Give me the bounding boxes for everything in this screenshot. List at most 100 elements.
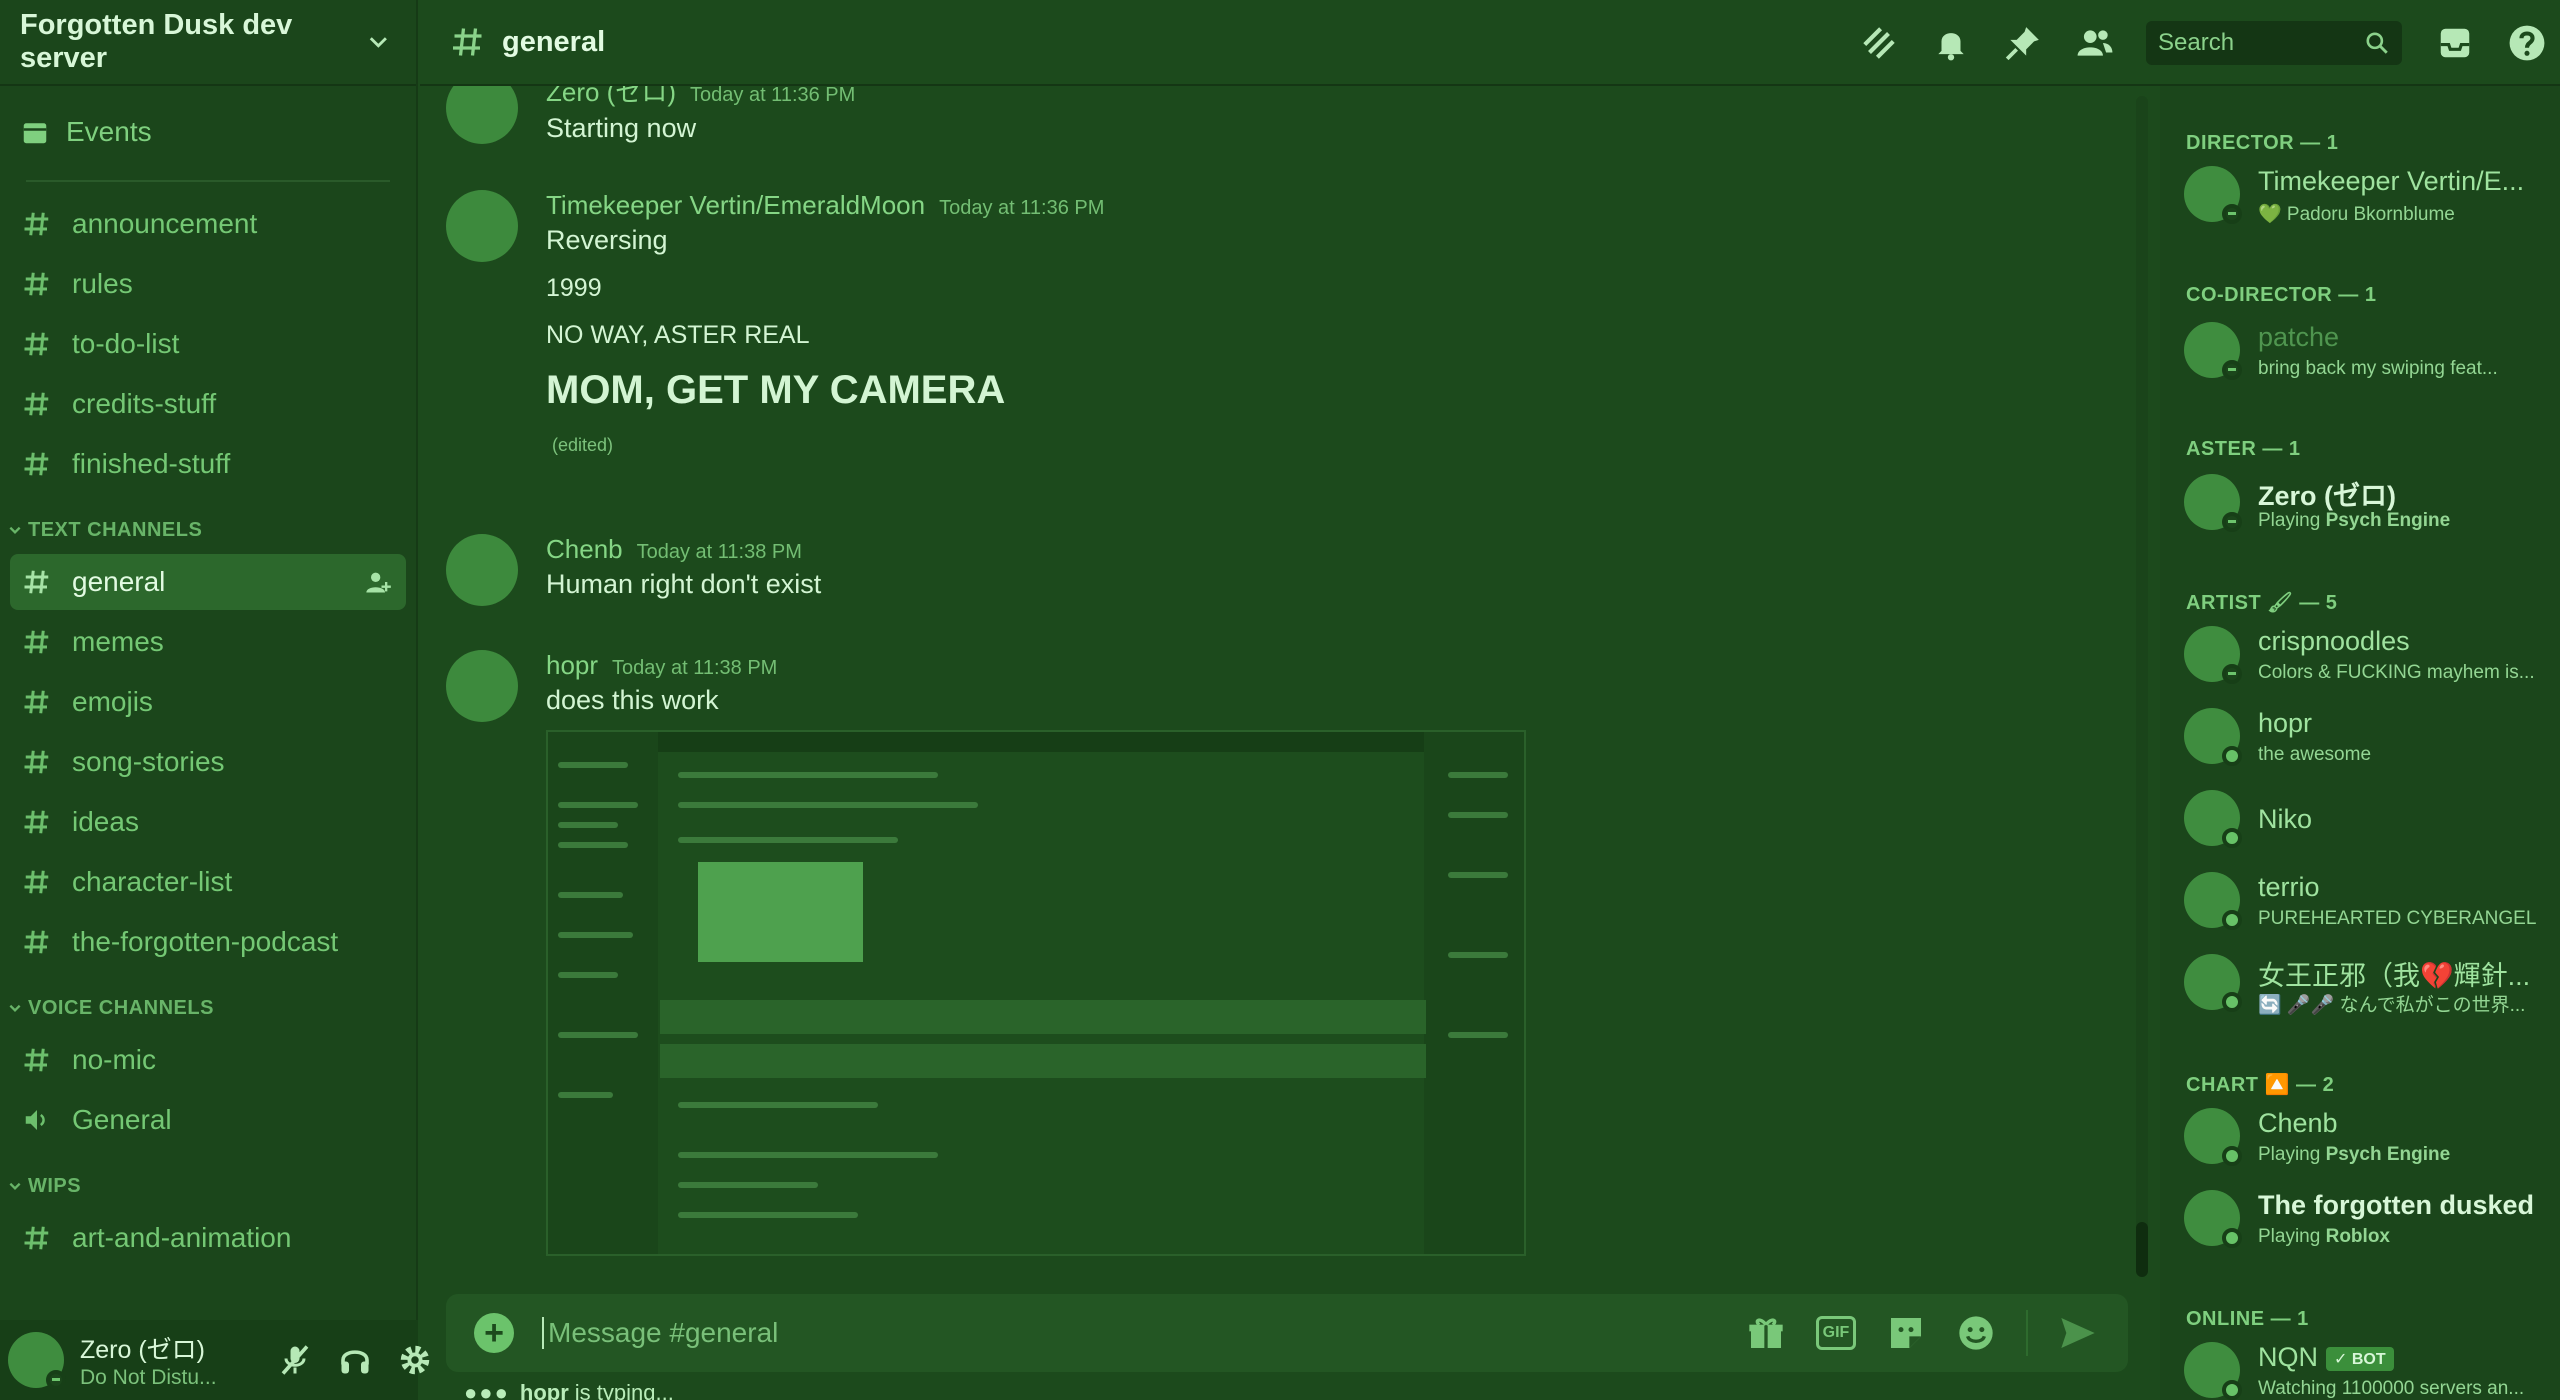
member-name: Zero (ゼロ) bbox=[2258, 481, 2396, 511]
member-item[interactable]: Chenb Playing Psych Engine bbox=[2184, 1108, 2554, 1174]
member-status: Colors & FUCKING mayhem is... bbox=[2258, 662, 2535, 683]
user-names[interactable]: Zero (ゼロ) Do Not Distu... bbox=[80, 1330, 217, 1390]
image-attachment[interactable] bbox=[546, 730, 1526, 1256]
mic-muted-icon[interactable] bbox=[277, 1342, 313, 1378]
channel-character-list[interactable]: character-list bbox=[10, 854, 406, 910]
message-author[interactable]: hopr bbox=[546, 650, 598, 681]
send-icon[interactable] bbox=[2058, 1313, 2098, 1353]
add-member-icon[interactable] bbox=[364, 568, 392, 596]
message-list: Zero (ゼロ) Today at 11:36 PM Starting now … bbox=[420, 86, 2148, 1290]
preview-line bbox=[558, 972, 618, 978]
member-name: patche bbox=[2258, 322, 2340, 352]
message-author[interactable]: Zero (ゼロ) bbox=[546, 86, 676, 109]
avatar[interactable] bbox=[446, 534, 518, 606]
gif-button[interactable]: GIF bbox=[1816, 1316, 1856, 1350]
gift-icon[interactable] bbox=[1746, 1313, 1786, 1353]
channel-ideas[interactable]: ideas bbox=[10, 794, 406, 850]
member-item[interactable]: hopr the awesome bbox=[2184, 708, 2554, 774]
channel-finished-stuff[interactable]: finished-stuff bbox=[10, 436, 406, 492]
user-status: Do Not Distu... bbox=[80, 1366, 217, 1389]
hash-icon bbox=[24, 690, 49, 714]
member-item[interactable]: patche bring back my swiping feat... bbox=[2184, 322, 2554, 388]
chevron-down-icon bbox=[9, 526, 21, 534]
avatar[interactable] bbox=[446, 190, 518, 262]
member-status: 🔄 🎤🎤 なんで私がこの世界... bbox=[2258, 995, 2526, 1016]
gear-icon[interactable] bbox=[397, 1342, 433, 1378]
channel-art-and-animation[interactable]: art-and-animation bbox=[10, 1210, 406, 1266]
message-time: Today at 11:38 PM bbox=[612, 657, 778, 679]
channel-rules[interactable]: rules bbox=[10, 256, 406, 312]
threads-icon[interactable] bbox=[1860, 24, 1898, 62]
member-status: the awesome bbox=[2258, 744, 2372, 765]
chat-scrollbar[interactable] bbox=[2136, 96, 2148, 1277]
preview-line bbox=[678, 802, 978, 808]
channel-the-forgotten-podcast[interactable]: the-forgotten-podcast bbox=[10, 914, 406, 970]
hash-icon bbox=[24, 630, 49, 654]
channel-to-do-list[interactable]: to-do-list bbox=[10, 316, 406, 372]
activity-prefix: Playing bbox=[2258, 1226, 2321, 1247]
channel-general[interactable]: general bbox=[10, 554, 406, 610]
dnd-status-icon bbox=[46, 1370, 66, 1390]
voice-channel-general[interactable]: General bbox=[10, 1092, 406, 1148]
member-name: NQN ✓ BOT bbox=[2258, 1342, 2554, 1373]
preview-line bbox=[558, 822, 618, 828]
member-item[interactable]: Zero (ゼロ) Playing Psych Engine bbox=[2184, 474, 2554, 540]
member-item[interactable]: Timekeeper Vertin/E... 💚 Padoru Bkornblu… bbox=[2184, 166, 2554, 232]
member-name: The forgotten dusked bbox=[2258, 1190, 2534, 1220]
bell-icon[interactable] bbox=[1932, 24, 1970, 62]
screenshot-preview-members bbox=[1424, 732, 1524, 1254]
channel-name: announcement bbox=[72, 208, 258, 239]
search-input[interactable]: Search bbox=[2146, 21, 2402, 65]
member-status: Playing Roblox bbox=[2258, 1226, 2554, 1248]
member-status: PUREHEARTED CYBERANGEL bbox=[2258, 908, 2537, 929]
preview-line bbox=[558, 842, 628, 848]
user-controls bbox=[277, 1342, 433, 1378]
activity-name: Roblox bbox=[2325, 1226, 2390, 1247]
pin-icon[interactable] bbox=[2004, 24, 2042, 62]
category-voice-channels[interactable]: VOICE CHANNELS bbox=[0, 988, 416, 1028]
channel-credits-stuff[interactable]: credits-stuff bbox=[10, 376, 406, 432]
online-status-icon bbox=[2222, 910, 2242, 930]
channel-no-mic[interactable]: no-mic bbox=[10, 1032, 406, 1088]
avatar[interactable] bbox=[8, 1332, 66, 1390]
channel-name: song-stories bbox=[72, 746, 225, 777]
channel-emojis[interactable]: emojis bbox=[10, 674, 406, 730]
channel-announcement[interactable]: announcement bbox=[10, 196, 406, 252]
avatar[interactable] bbox=[446, 650, 518, 722]
preview-line bbox=[1448, 812, 1508, 818]
category-wips[interactable]: WIPS bbox=[0, 1166, 416, 1206]
add-attachment-button[interactable]: + bbox=[474, 1313, 514, 1353]
member-item[interactable]: NQN ✓ BOT Watching 1100000 servers an... bbox=[2184, 1342, 2554, 1400]
message-author[interactable]: Timekeeper Vertin/EmeraldMoon bbox=[546, 190, 925, 221]
member-item[interactable]: Niko bbox=[2184, 790, 2554, 856]
headphones-icon[interactable] bbox=[337, 1342, 373, 1378]
help-icon[interactable] bbox=[2508, 24, 2546, 62]
events-item[interactable]: Events bbox=[10, 104, 406, 160]
member-item[interactable]: terrio PUREHEARTED CYBERANGEL bbox=[2184, 872, 2554, 938]
message-input[interactable] bbox=[542, 1317, 1642, 1349]
members-icon[interactable] bbox=[2076, 24, 2114, 62]
bot-badge: ✓ BOT bbox=[2326, 1346, 2394, 1371]
channel-header: general Search bbox=[420, 0, 2560, 86]
preview-line bbox=[678, 1182, 818, 1188]
user-panel: Zero (ゼロ) Do Not Distu... bbox=[0, 1320, 429, 1400]
channel-name: the-forgotten-podcast bbox=[72, 926, 339, 957]
avatar[interactable] bbox=[446, 86, 518, 144]
channel-song-stories[interactable]: song-stories bbox=[10, 734, 406, 790]
typing-text: is typing... bbox=[574, 1380, 674, 1400]
category-text-channels[interactable]: TEXT CHANNELS bbox=[0, 510, 416, 550]
server-header[interactable]: Forgotten Dusk dev server bbox=[0, 0, 416, 86]
scrollbar-thumb[interactable] bbox=[2136, 1222, 2148, 1277]
channel-memes[interactable]: memes bbox=[10, 614, 406, 670]
member-item[interactable]: The forgotten dusked Playing Roblox bbox=[2184, 1190, 2554, 1256]
member-item[interactable]: crispnoodles Colors & FUCKING mayhem is.… bbox=[2184, 626, 2554, 692]
preview-line bbox=[678, 837, 898, 843]
message-author[interactable]: Chenb bbox=[546, 534, 623, 565]
member-item[interactable]: 女王正邪（我💔輝針... 🔄 🎤🎤 なんで私がこの世界... bbox=[2184, 954, 2554, 1020]
preview-line bbox=[558, 1032, 638, 1038]
sticker-icon[interactable] bbox=[1886, 1313, 1926, 1353]
inbox-icon[interactable] bbox=[2436, 24, 2474, 62]
emoji-icon[interactable] bbox=[1956, 1313, 1996, 1353]
channel-name: to-do-list bbox=[72, 328, 180, 359]
activity-name: Psych Engine bbox=[2325, 1144, 2451, 1165]
